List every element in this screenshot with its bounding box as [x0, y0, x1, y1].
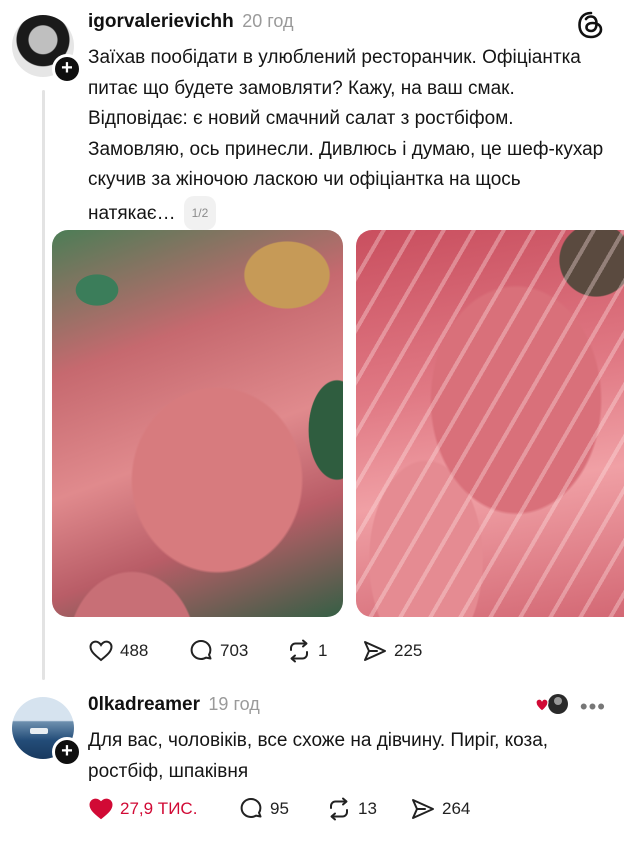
- post-image-1[interactable]: [52, 230, 343, 617]
- avatar-boat-detail: [30, 728, 48, 734]
- share-icon: [364, 641, 386, 661]
- comment-time: 19 год: [208, 694, 260, 714]
- comment-button[interactable]: 703: [188, 638, 248, 664]
- comment-repost-button[interactable]: 13: [326, 796, 377, 822]
- like-count: 488: [120, 641, 149, 660]
- heart-icon: [89, 798, 113, 820]
- thread-connector-line: [42, 90, 45, 680]
- post-body: Заїхав пообідати в улюблений ресторанчик…: [88, 47, 604, 224]
- comment-repost-count: 13: [358, 799, 377, 818]
- comment-icon: [240, 798, 262, 818]
- comment-icon: [190, 640, 212, 660]
- post-image-2[interactable]: [356, 230, 624, 617]
- repost-icon: [290, 639, 308, 663]
- comment-count: 703: [220, 641, 249, 660]
- image-texture: [356, 230, 624, 617]
- repost-count: 1: [318, 641, 328, 660]
- repost-button[interactable]: 1: [286, 638, 327, 664]
- comment-like-count: 27,9 ТИС.: [120, 799, 198, 818]
- share-icon: [412, 799, 434, 819]
- comment-like-button[interactable]: 27,9 ТИС.: [88, 796, 197, 822]
- liked-by-author-icon: [536, 694, 568, 714]
- author-username[interactable]: igorvalerievichh: [88, 11, 234, 32]
- repost-icon: [330, 797, 348, 821]
- commenter-username[interactable]: 0lkadreamer: [88, 694, 200, 715]
- comment-share-button[interactable]: 264: [410, 796, 470, 822]
- comment-share-count: 264: [442, 799, 471, 818]
- post-text: Заїхав пообідати в улюблений ресторанчик…: [88, 43, 608, 230]
- image-page-indicator: 1/2: [183, 195, 217, 230]
- post-header: igorvalerievichh 20 год: [88, 11, 294, 33]
- follow-plus-icon[interactable]: +: [52, 54, 82, 84]
- comment-reply-button[interactable]: 95: [238, 796, 289, 822]
- comment-reply-count: 95: [270, 799, 289, 818]
- follow-plus-icon[interactable]: +: [52, 737, 82, 767]
- heart-icon: [89, 640, 113, 662]
- share-button[interactable]: 225: [362, 638, 422, 664]
- post-time: 20 год: [242, 11, 294, 31]
- share-count: 225: [394, 641, 423, 660]
- comment-header: 0lkadreamer 19 год: [88, 694, 260, 716]
- like-button[interactable]: 488: [88, 638, 148, 664]
- more-icon[interactable]: •••: [580, 694, 606, 720]
- threads-logo-icon[interactable]: [576, 10, 606, 40]
- comment-text: Для вас, чоловіків, все схоже на дівчину…: [88, 730, 549, 782]
